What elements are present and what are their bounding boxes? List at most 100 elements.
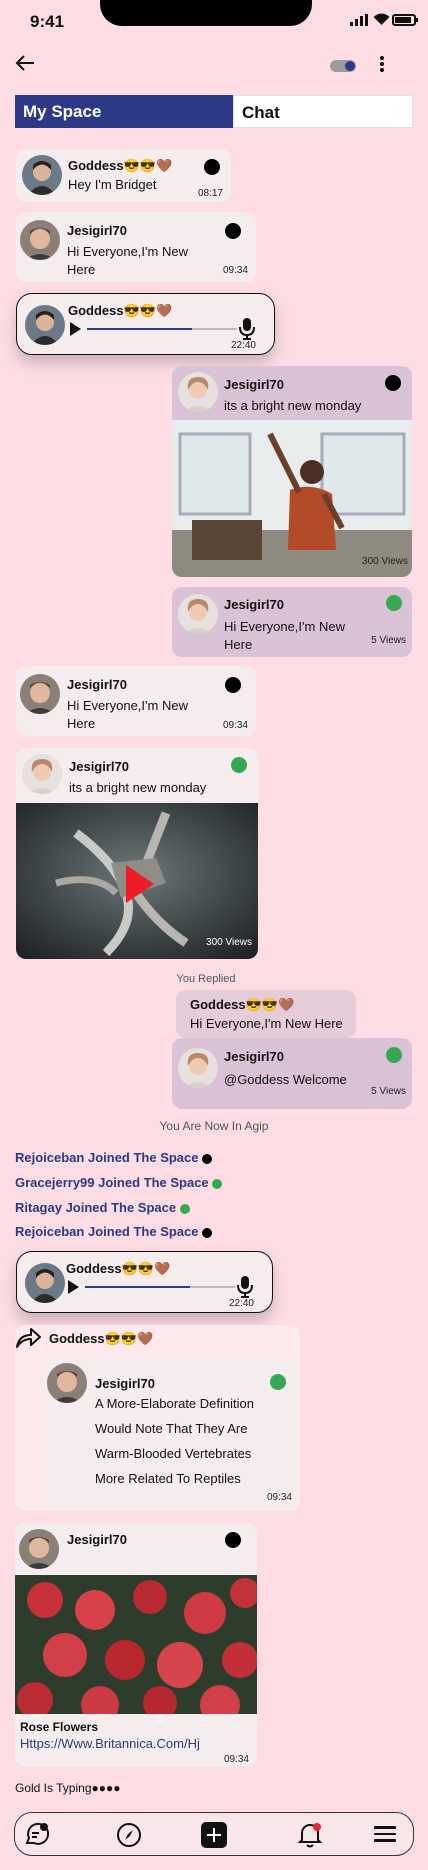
avatar — [19, 1529, 59, 1569]
message-text: Hey I'm Bridget — [68, 177, 157, 192]
audio-progress-track[interactable] — [87, 328, 237, 330]
avatar — [178, 1048, 218, 1088]
status-bar: 9:41 — [0, 0, 428, 44]
online-status-dot — [270, 1374, 286, 1390]
sender-name: Jesigirl70 — [67, 223, 127, 238]
sender-name: Jesigirl70 — [224, 377, 284, 392]
message-time: 09:34 — [222, 265, 248, 276]
online-status-dot — [231, 757, 247, 773]
menu-icon[interactable] — [374, 1826, 396, 1846]
avatar — [178, 372, 218, 412]
message-bubble[interactable]: Jesigirl70 @Goddess Welcome 5 Views — [172, 1038, 412, 1109]
message-text: its a bright new monday — [69, 780, 207, 795]
battery-icon — [392, 14, 418, 26]
message-time: 09:34 — [222, 720, 248, 731]
status-dot — [204, 159, 220, 175]
wifi-icon — [373, 13, 390, 25]
play-icon[interactable] — [68, 1280, 79, 1294]
message-text: Hi Everyone,I'm New — [224, 619, 345, 634]
play-icon[interactable] — [70, 322, 81, 336]
quoted-message[interactable]: Goddess😎😎🤎 Hi Everyone,I'm New Here — [176, 990, 356, 1038]
compass-icon[interactable] — [116, 1822, 142, 1848]
notch — [100, 0, 312, 26]
sender-name: Goddess😎😎🤎 — [66, 1261, 171, 1276]
online-status-dot — [386, 1047, 402, 1063]
microphone-icon[interactable] — [239, 318, 255, 340]
avatar — [20, 220, 60, 260]
status-dot — [225, 223, 241, 239]
link-preview-image[interactable] — [15, 1575, 257, 1714]
tab-my-space[interactable]: My Space — [15, 95, 233, 128]
link-url[interactable]: Https://Www.Britannica.Com/Hj — [20, 1736, 200, 1751]
replied-label: You Replied — [176, 973, 236, 985]
message-time: 09:34 — [266, 1492, 292, 1503]
typing-indicator: Gold Is Typing●●●● — [15, 1781, 121, 1795]
message-text: Would Note That They Are — [95, 1421, 248, 1436]
link-title: Rose Flowers — [20, 1720, 99, 1734]
audio-progress-track[interactable] — [85, 1286, 235, 1288]
video-thumbnail[interactable] — [16, 803, 258, 959]
view-count: 5 Views — [371, 635, 406, 646]
online-status-dot — [179, 1203, 190, 1214]
avatar — [25, 1263, 65, 1303]
status-dot — [225, 1532, 241, 1548]
view-count: 300 Views — [362, 556, 408, 567]
message-image[interactable] — [172, 420, 412, 577]
audio-progress-fill — [85, 1286, 190, 1288]
tab-chat[interactable]: Chat — [233, 95, 413, 128]
view-count: 300 Views — [206, 937, 252, 948]
online-status-dot — [386, 595, 402, 611]
status-dot — [202, 1227, 213, 1238]
message-text: its a bright new monday — [224, 398, 362, 413]
audio-progress-fill — [87, 328, 192, 330]
microphone-icon[interactable] — [237, 1276, 253, 1298]
join-notice: Rejoiceban Joined The Space — [15, 1224, 213, 1239]
image-message[interactable]: Jesigirl70 its a bright new monday 300 V… — [172, 366, 412, 577]
message-time: 22:40 — [230, 340, 256, 351]
sender-name: Jesigirl70 — [67, 1532, 127, 1547]
status-time: 9:41 — [30, 12, 65, 31]
avatar — [47, 1363, 87, 1403]
sender-name: Goddess😎😎🤎 — [68, 158, 173, 173]
forwarded-content: Jesigirl70 A More-Elaborate Definition W… — [43, 1357, 300, 1511]
link-message[interactable]: Jesigirl70 Rose Flowers Https://Www.Brit… — [15, 1523, 257, 1767]
avatar — [22, 155, 62, 195]
message-bubble[interactable]: Jesigirl70 Hi Everyone,I'm New Here 09:3… — [16, 212, 256, 282]
message-bubble[interactable]: Goddess😎😎🤎 Hey I'm Bridget 08:17 — [16, 149, 231, 202]
forwarded-message[interactable]: Goddess😎😎🤎 Jesigirl70 A More-Elaborate D… — [15, 1325, 300, 1511]
bell-icon[interactable] — [297, 1821, 323, 1848]
back-arrow-icon[interactable] — [14, 52, 36, 74]
voice-message[interactable]: Goddess😎😎🤎 22:40 — [16, 1251, 273, 1313]
message-bubble[interactable]: Jesigirl70 Hi Everyone,I'm New Here 09:3… — [16, 666, 256, 736]
message-text: Here — [224, 637, 253, 652]
message-text: Hi Everyone,I'm New — [67, 244, 188, 259]
video-message[interactable]: Jesigirl70 its a bright new monday 300 V… — [16, 748, 258, 959]
avatar — [25, 305, 65, 345]
add-icon[interactable] — [201, 1822, 227, 1848]
join-notice: Ritagay Joined The Space — [15, 1200, 190, 1215]
voice-message[interactable]: Goddess😎😎🤎 22:40 — [16, 293, 275, 355]
avatar — [22, 754, 62, 794]
sender-name: Goddess😎😎🤎 — [68, 303, 173, 318]
avatar — [20, 674, 60, 714]
chat-icon[interactable] — [24, 1822, 50, 1848]
avatar — [178, 594, 218, 634]
status-dot — [385, 375, 401, 391]
message-text: More Related To Reptiles — [95, 1471, 241, 1486]
message-time: 08:17 — [197, 188, 223, 199]
forwarder-name: Goddess😎😎🤎 — [49, 1331, 154, 1346]
toggle-switch[interactable] — [330, 60, 356, 72]
online-status-dot — [212, 1178, 223, 1189]
message-text: A More-Elaborate Definition — [95, 1396, 254, 1411]
status-dot — [202, 1153, 213, 1164]
sender-name: Jesigirl70 — [69, 759, 129, 774]
sender-name: Jesigirl70 — [95, 1376, 155, 1391]
more-options-icon[interactable] — [380, 54, 386, 74]
status-dot — [225, 677, 241, 693]
message-bubble[interactable]: Jesigirl70 Hi Everyone,I'm New Here 5 Vi… — [172, 587, 412, 657]
join-notice: Rejoiceban Joined The Space — [15, 1150, 213, 1165]
message-text: Here — [67, 262, 96, 277]
message-text: @Goddess Welcome — [224, 1072, 347, 1087]
message-text: Here — [67, 716, 96, 731]
forward-icon — [16, 1328, 41, 1348]
